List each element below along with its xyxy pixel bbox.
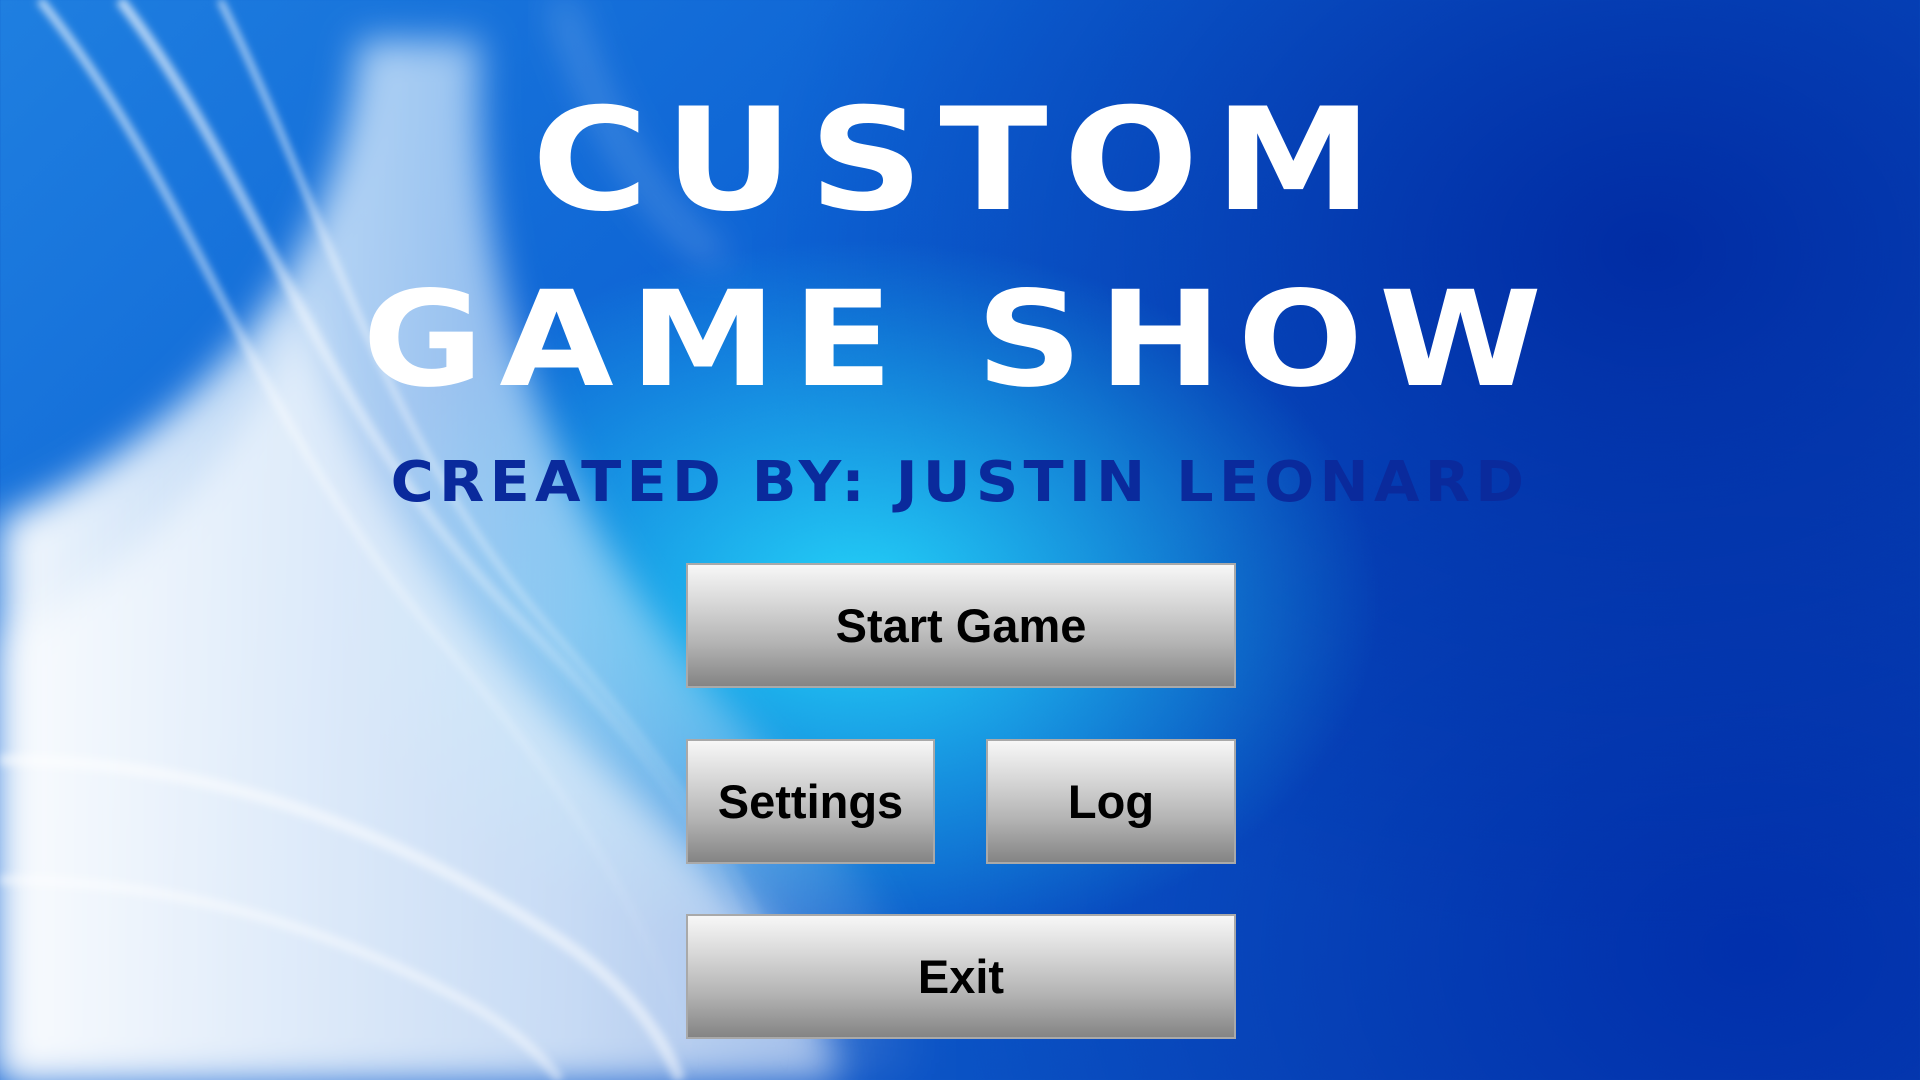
game-title-line-1: CUSTOM [531, 78, 1389, 243]
game-title-line-2: GAME SHOW [362, 263, 1558, 417]
start-game-button[interactable]: Start Game [686, 563, 1236, 688]
exit-button[interactable]: Exit [686, 914, 1236, 1039]
settings-button[interactable]: Settings [686, 739, 935, 864]
log-button[interactable]: Log [986, 739, 1236, 864]
title-block: CUSTOM GAME SHOW CREATED BY: JUSTIN LEON… [0, 78, 1920, 516]
creator-credit: CREATED BY: JUSTIN LEONARD [390, 450, 1530, 515]
